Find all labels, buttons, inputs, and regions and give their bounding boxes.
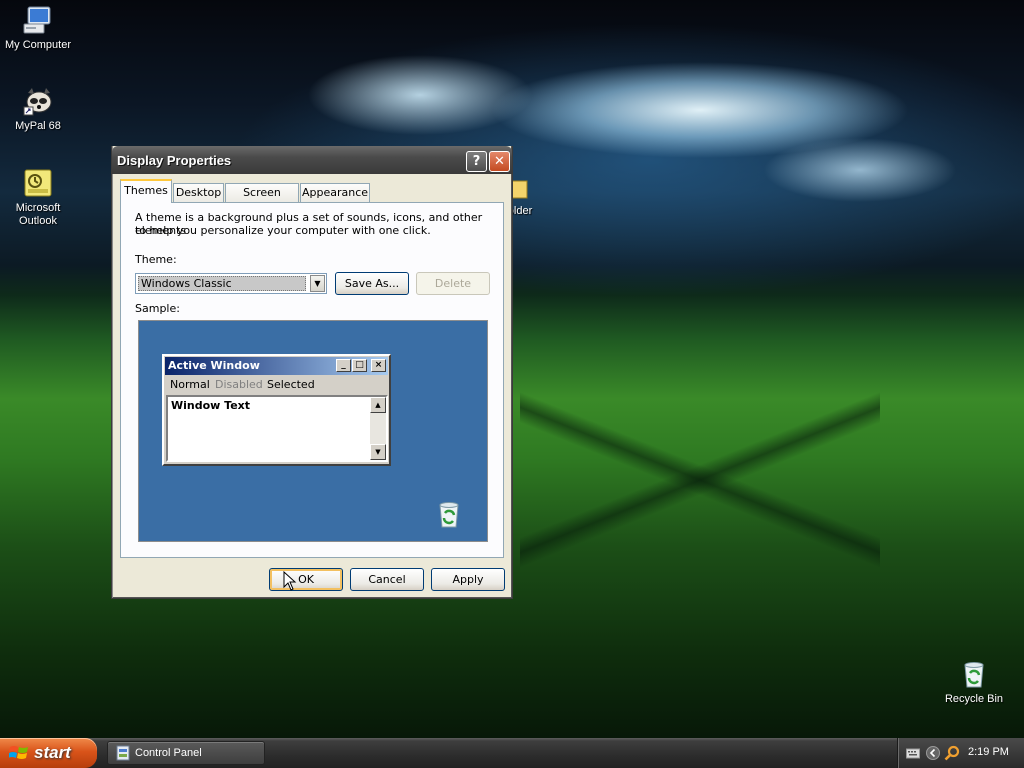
desktop-icon-mypal[interactable]: MyPal 68 [0,85,76,133]
taskbar: start Control Panel 2:19 PM [0,738,1024,768]
sample-menu-selected: Selected [267,378,315,391]
start-button[interactable]: start [0,738,97,768]
theme-select-value: Windows Classic [138,276,306,291]
desktop-icon-label: MyPal 68 [15,120,61,132]
sample-window-title: Active Window [168,359,260,372]
sample-menu-normal: Normal [170,378,210,391]
taskbar-item-label: Control Panel [135,747,202,759]
windows-logo-icon [9,746,28,759]
sample-window-client: Window Text ▲ ▼ [166,395,388,462]
taskbar-item-control-panel[interactable]: Control Panel [107,741,265,765]
display-properties-dialog: Display Properties ? ✕ Themes Desktop Sc… [111,146,513,599]
apply-button[interactable]: Apply [431,568,505,591]
desktop-icon-outlook[interactable]: Microsoft Outlook [0,167,76,228]
scroll-down-icon: ▼ [370,444,386,460]
close-icon: ✕ [494,154,505,169]
sample-active-window: Active Window _ □ × Normal Disabled Sele… [162,354,391,466]
help-button[interactable]: ? [466,151,487,172]
desktop-icon-my-computer[interactable]: My Computer [0,4,76,52]
theme-select[interactable]: Windows Classic ▼ [135,273,327,294]
tab-appearance[interactable]: Appearance [300,183,370,202]
tab-desktop[interactable]: Desktop [173,183,224,202]
desktop-icon-label: Recycle Bin [944,693,1004,705]
recycle-bin-icon [964,662,984,688]
delete-button[interactable]: Delete [416,272,490,295]
ok-button[interactable]: OK [269,568,343,591]
tab-label: Themes [124,184,168,197]
start-label: start [34,743,71,762]
cancel-button[interactable]: Cancel [350,568,424,591]
maximize-icon: □ [352,359,367,372]
sample-scrollbar: ▲ ▼ [370,397,386,460]
tab-themes[interactable]: Themes [120,179,172,203]
my-computer-icon [23,6,51,34]
sample-menu-disabled: Disabled [215,378,263,391]
chevron-down-icon[interactable]: ▼ [310,275,325,292]
theme-sample-preview: Active Window _ □ × Normal Disabled Sele… [138,320,488,542]
clock: 2:19 PM [968,746,1009,758]
sample-window-text: Window Text [171,399,251,412]
tab-label: Desktop [175,186,222,199]
desktop-icon-recycle-bin[interactable]: Recycle Bin [936,658,1012,706]
mouse-cursor-icon [283,571,297,591]
outlook-icon [24,169,52,197]
save-as-button[interactable]: Save As... [335,272,409,295]
desktop-icon-label: My Computer [4,39,72,51]
dialog-title-bar[interactable]: Display Properties ? ✕ [112,146,512,174]
tab-screen-saver[interactable]: Screen Saver [225,183,299,216]
system-tray: 2:19 PM [897,738,1024,768]
dialog-title: Display Properties [117,153,232,168]
mypal-browser-icon [23,88,52,116]
close-button[interactable]: ✕ [489,151,510,172]
keyboard-icon[interactable] [906,747,920,759]
sample-title-bar: Active Window _ □ × [165,357,388,375]
close-icon: × [371,359,386,372]
scroll-up-icon: ▲ [370,397,386,413]
control-panel-icon [116,745,130,761]
chevron-left-icon[interactable] [926,746,940,760]
search-icon[interactable] [944,745,960,761]
recycle-bin-icon [439,502,459,528]
theme-description-line2: to help you personalize your computer wi… [135,224,431,237]
tab-label: Appearance [301,186,369,199]
desktop-icon-label: Microsoft Outlook [15,202,61,227]
minimize-icon: _ [336,359,351,372]
help-icon: ? [472,154,481,169]
theme-label: Theme: [135,253,177,266]
sample-label: Sample: [135,302,180,315]
